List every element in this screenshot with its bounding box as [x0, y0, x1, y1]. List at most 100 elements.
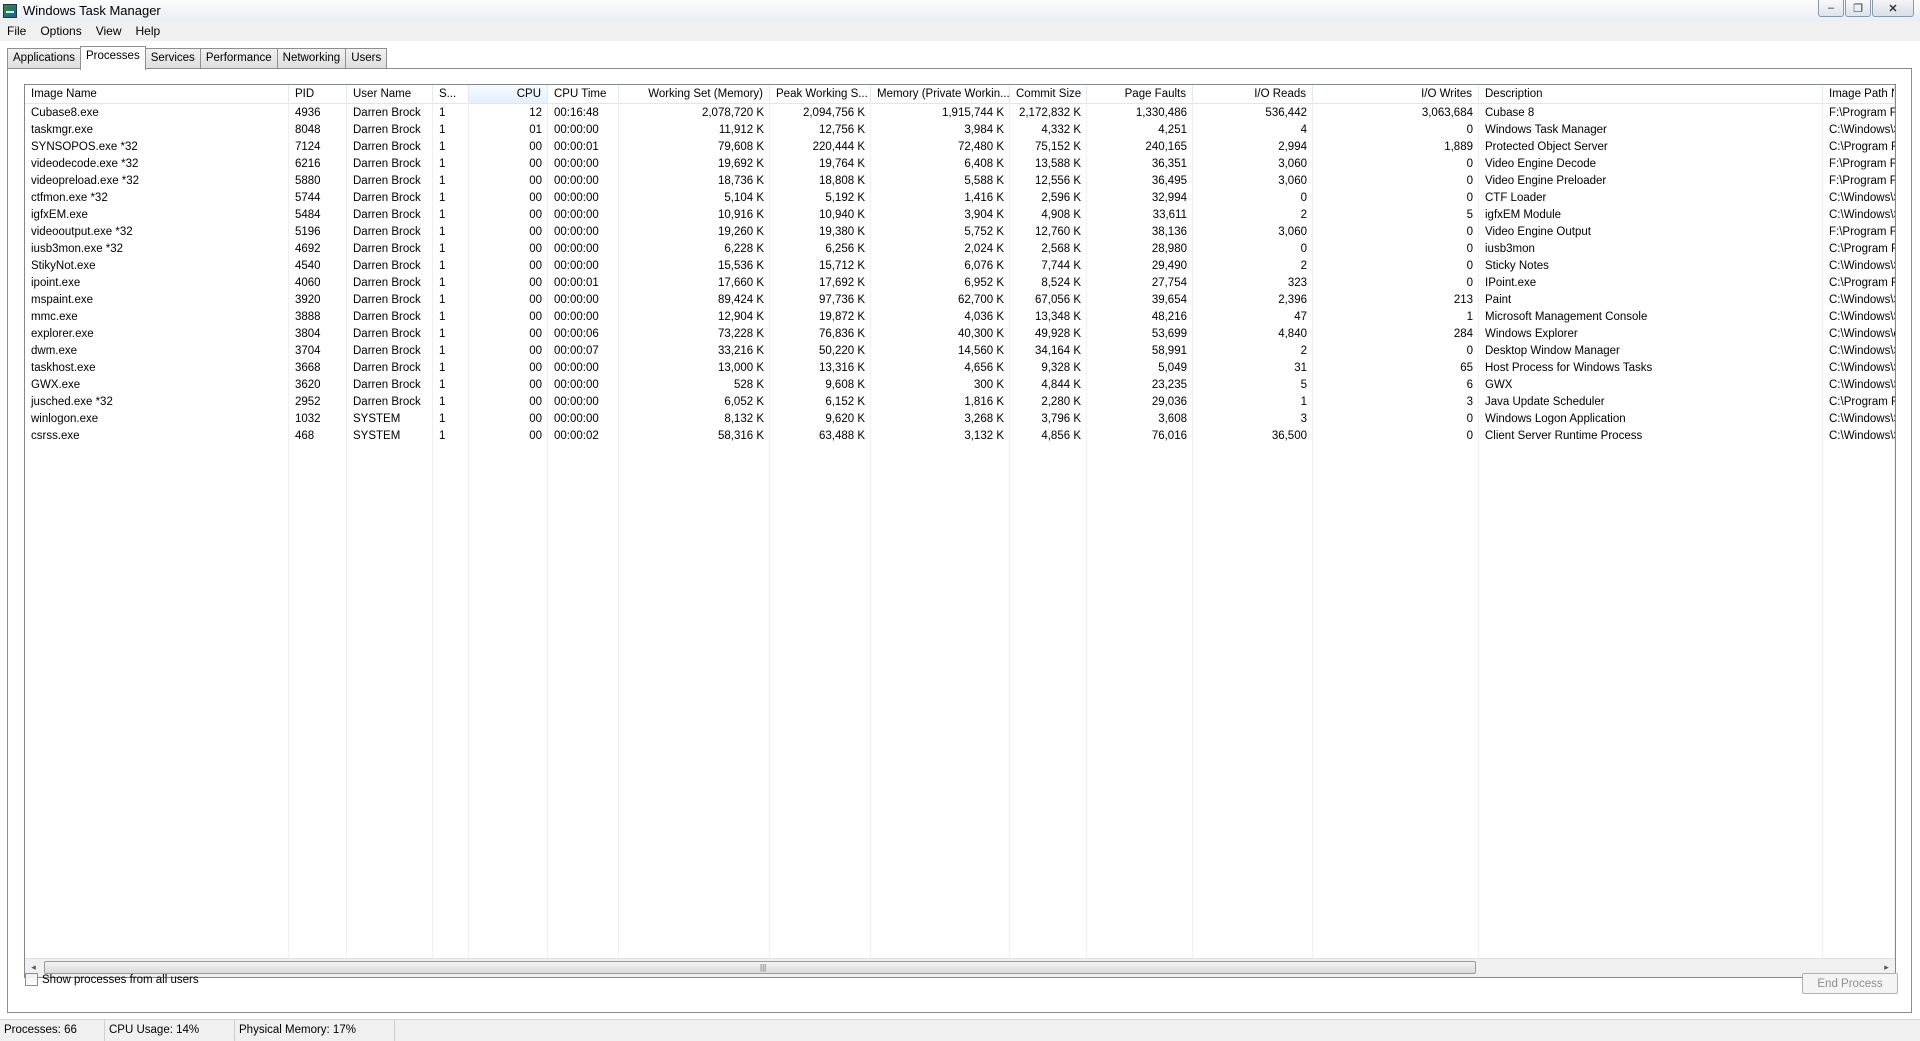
cell-io-writes: 0: [1466, 226, 1473, 238]
cell-working-set: 2,078,720 K: [701, 107, 764, 119]
cell-io-reads: 2: [1300, 260, 1307, 272]
column-header-image-path[interactable]: Image Path Na: [1823, 85, 1895, 103]
cell-private-working-set: 1,816 K: [964, 396, 1004, 408]
menu-file[interactable]: File: [0, 24, 33, 38]
process-row[interactable]: SYNSOPOS.exe *32 7124 Darren Brock 1 00 00:00…: [25, 139, 1895, 156]
process-row[interactable]: explorer.exe 3804 Darren Brock 1 00 00:00:06 7…: [25, 326, 1895, 343]
cell-cpu: 00: [529, 175, 542, 187]
close-button[interactable]: ✕: [1872, 0, 1914, 17]
column-header-pid[interactable]: PID: [289, 85, 347, 103]
process-row[interactable]: videodecode.exe *32 6216 Darren Brock 1 00 00…: [25, 156, 1895, 173]
cell-cpu: 00: [529, 379, 542, 391]
process-row[interactable]: igfxEM.exe 5484 Darren Brock 1 00 00:00:00 10,…: [25, 207, 1895, 224]
cell-private-working-set: 3,904 K: [964, 209, 1004, 221]
cell-peak-working-set: 17,692 K: [818, 277, 865, 289]
cell-page-faults: 76,016: [1151, 430, 1187, 442]
process-row[interactable]: jusched.exe *32 2952 Darren Brock 1 00 00:00:…: [25, 394, 1895, 411]
cell-page-faults: 38,136: [1151, 226, 1187, 238]
cell-io-reads: 5: [1300, 379, 1307, 391]
cell-image-path: C:\Windows\ex: [1829, 328, 1895, 340]
column-header-user-name[interactable]: User Name: [347, 85, 433, 103]
process-row[interactable]: videooutput.exe *32 5196 Darren Brock 1 00 00…: [25, 224, 1895, 241]
tab-services[interactable]: Services: [144, 48, 201, 69]
cell-io-reads: 0: [1300, 243, 1307, 255]
process-row[interactable]: mspaint.exe 3920 Darren Brock 1 00 00:00:00 89…: [25, 292, 1895, 309]
cell-working-set: 8,132 K: [724, 413, 764, 425]
cell-private-working-set: 3,268 K: [964, 413, 1004, 425]
column-header-page-faults[interactable]: Page Faults: [1087, 85, 1193, 103]
process-row[interactable]: iusb3mon.exe *32 4692 Darren Brock 1 00 00:00…: [25, 241, 1895, 258]
cell-session: 1: [439, 311, 446, 323]
cell-io-reads: 3: [1300, 413, 1307, 425]
process-row[interactable]: taskhost.exe 3668 Darren Brock 1 00 00:00:00 1…: [25, 360, 1895, 377]
process-row[interactable]: ctfmon.exe *32 5744 Darren Brock 1 00 00:00:0…: [25, 190, 1895, 207]
cell-description: Desktop Window Manager: [1485, 345, 1620, 357]
column-header-io-reads[interactable]: I/O Reads: [1193, 85, 1313, 103]
cell-peak-working-set: 6,256 K: [825, 243, 865, 255]
process-row[interactable]: dwm.exe 3704 Darren Brock 1 00 00:00:07 33,216…: [25, 343, 1895, 360]
cell-description: GWX: [1485, 379, 1513, 391]
cell-page-faults: 4,251: [1158, 124, 1187, 136]
tab-applications[interactable]: Applications: [7, 48, 82, 69]
menu-options[interactable]: Options: [33, 24, 88, 38]
column-header-cpu-time[interactable]: CPU Time: [548, 85, 619, 103]
column-header-peak-working-set[interactable]: Peak Working S...: [770, 85, 871, 103]
menu-view[interactable]: View: [89, 24, 129, 38]
process-row[interactable]: StikyNot.exe 4540 Darren Brock 1 00 00:00:00 1…: [25, 258, 1895, 275]
tab-networking[interactable]: Networking: [276, 48, 347, 69]
process-row[interactable]: mmc.exe 3888 Darren Brock 1 00 00:00:00 12,904…: [25, 309, 1895, 326]
cell-pid: 5744: [295, 192, 321, 204]
column-header-image-name[interactable]: Image Name: [25, 85, 289, 103]
cell-io-writes: 0: [1466, 175, 1473, 187]
cell-io-writes: 0: [1466, 158, 1473, 170]
process-list[interactable]: Image Name PID User Name S... CPU CPU Time Wor…: [24, 84, 1896, 978]
cell-image-name: taskhost.exe: [31, 362, 96, 374]
column-header-working-set[interactable]: Working Set (Memory): [619, 85, 770, 103]
cell-description: igfxEM Module: [1485, 209, 1562, 221]
process-row[interactable]: ipoint.exe 4060 Darren Brock 1 00 00:00:01 17,…: [25, 275, 1895, 292]
cell-page-faults: 39,654: [1151, 294, 1187, 306]
cell-private-working-set: 3,132 K: [964, 430, 1004, 442]
column-header-io-writes[interactable]: I/O Writes: [1313, 85, 1479, 103]
column-header-commit-size[interactable]: Commit Size: [1010, 85, 1087, 103]
column-header-cpu[interactable]: CPU: [469, 85, 548, 103]
tab-users[interactable]: Users: [345, 48, 388, 69]
process-row[interactable]: taskmgr.exe 8048 Darren Brock 1 01 00:00:00 11…: [25, 122, 1895, 139]
cell-working-set: 58,316 K: [717, 430, 764, 442]
cell-pid: 3888: [295, 311, 321, 323]
menu-help[interactable]: Help: [129, 24, 168, 38]
tab-performance[interactable]: Performance: [199, 48, 278, 69]
cell-io-reads: 36,500: [1271, 430, 1307, 442]
cell-session: 1: [439, 175, 446, 187]
process-row[interactable]: GWX.exe 3620 Darren Brock 1 00 00:00:00 528 K 9…: [25, 377, 1895, 394]
cell-page-faults: 28,980: [1151, 243, 1187, 255]
cell-private-working-set: 300 K: [973, 379, 1004, 391]
window-title: Windows Task Manager: [23, 3, 161, 18]
show-all-users-option[interactable]: Show processes from all users: [25, 973, 199, 986]
cell-commit-size: 2,568 K: [1041, 243, 1081, 255]
show-all-users-checkbox[interactable]: [25, 973, 38, 986]
cell-private-working-set: 5,588 K: [964, 175, 1004, 187]
process-row[interactable]: videopreload.exe *32 5880 Darren Brock 1 00 0…: [25, 173, 1895, 190]
cell-commit-size: 2,280 K: [1041, 396, 1081, 408]
process-row[interactable]: Cubase8.exe 4936 Darren Brock 1 12 00:16:48 2,…: [25, 105, 1895, 122]
column-header-description[interactable]: Description: [1479, 85, 1823, 103]
minimize-button[interactable]: –: [1818, 0, 1844, 17]
cell-image-name: SYNSOPOS.exe *32: [31, 141, 138, 153]
column-header-session[interactable]: S...: [433, 85, 469, 103]
cell-session: 1: [439, 107, 446, 119]
process-row[interactable]: winlogon.exe 1032 SYSTEM 1 00 00:00:00 8,132 K…: [25, 411, 1895, 428]
maximize-button[interactable]: ❐: [1845, 0, 1871, 17]
cell-image-path: C:\Windows\Sy: [1829, 192, 1895, 204]
column-header-private-working-set[interactable]: Memory (Private Workin...: [871, 85, 1010, 103]
cell-private-working-set: 72,480 K: [957, 141, 1004, 153]
scrollbar-thumb[interactable]: |||: [44, 961, 1476, 974]
cell-cpu: 00: [529, 345, 542, 357]
cell-peak-working-set: 9,608 K: [825, 379, 865, 391]
cell-io-writes: 0: [1466, 260, 1473, 272]
horizontal-scrollbar[interactable]: ◂ ||| ▸: [25, 958, 1895, 977]
cell-working-set: 18,736 K: [717, 175, 764, 187]
process-row[interactable]: csrss.exe 468 SYSTEM 1 00 00:00:02 58,316 K 63,…: [25, 428, 1895, 445]
end-process-button[interactable]: End Process: [1802, 973, 1898, 994]
tab-processes[interactable]: Processes: [80, 46, 146, 70]
